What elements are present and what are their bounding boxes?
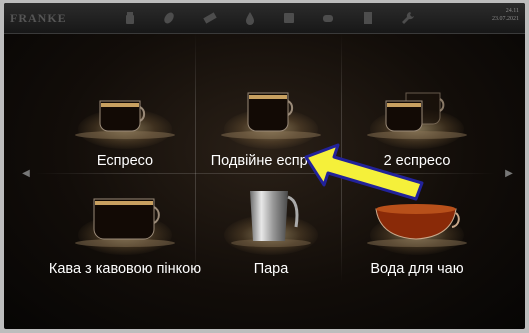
device-frame: FRANKE 24.11 23.07.2021 ◀ ▶ Еспресо Подв… [0, 0, 529, 333]
time-text: 24.11 [505, 8, 519, 14]
double-espresso-cup-image [221, 92, 321, 139]
two-espresso-cups-image [367, 92, 467, 139]
espresso-cup-image [75, 100, 175, 139]
service-icon[interactable] [360, 10, 376, 26]
drink-label: Вода для чаю [370, 261, 464, 277]
drink-tile-coffee-crema[interactable]: Кава з кавовою пінкою [48, 181, 202, 321]
drink-label: Еспресо [96, 153, 154, 169]
water-drop-icon[interactable] [242, 10, 258, 26]
grinder-icon[interactable] [281, 10, 297, 26]
bean-icon[interactable] [161, 10, 177, 26]
page-right-arrow[interactable]: ▶ [501, 165, 517, 181]
pointer-arrow [304, 143, 424, 201]
top-toolbar: FRANKE 24.11 23.07.2021 [4, 3, 525, 34]
datetime-display: 24.11 23.07.2021 [492, 7, 519, 23]
drink-label: Пара [253, 261, 289, 277]
brand-logo: FRANKE [10, 11, 67, 25]
wrench-icon[interactable] [400, 10, 416, 26]
milk-can-icon[interactable] [122, 10, 138, 26]
drink-label: Кава з кавовою пінкою [48, 261, 202, 277]
date-text: 23.07.2021 [492, 16, 519, 22]
chocolate-icon[interactable] [202, 10, 218, 26]
drink-tile-espresso[interactable]: Еспресо [48, 43, 202, 183]
cup-stack-icon[interactable] [320, 10, 336, 26]
coffee-machine-screen: FRANKE 24.11 23.07.2021 ◀ ▶ Еспресо Подв… [4, 3, 525, 329]
page-left-arrow[interactable]: ◀ [18, 165, 34, 181]
